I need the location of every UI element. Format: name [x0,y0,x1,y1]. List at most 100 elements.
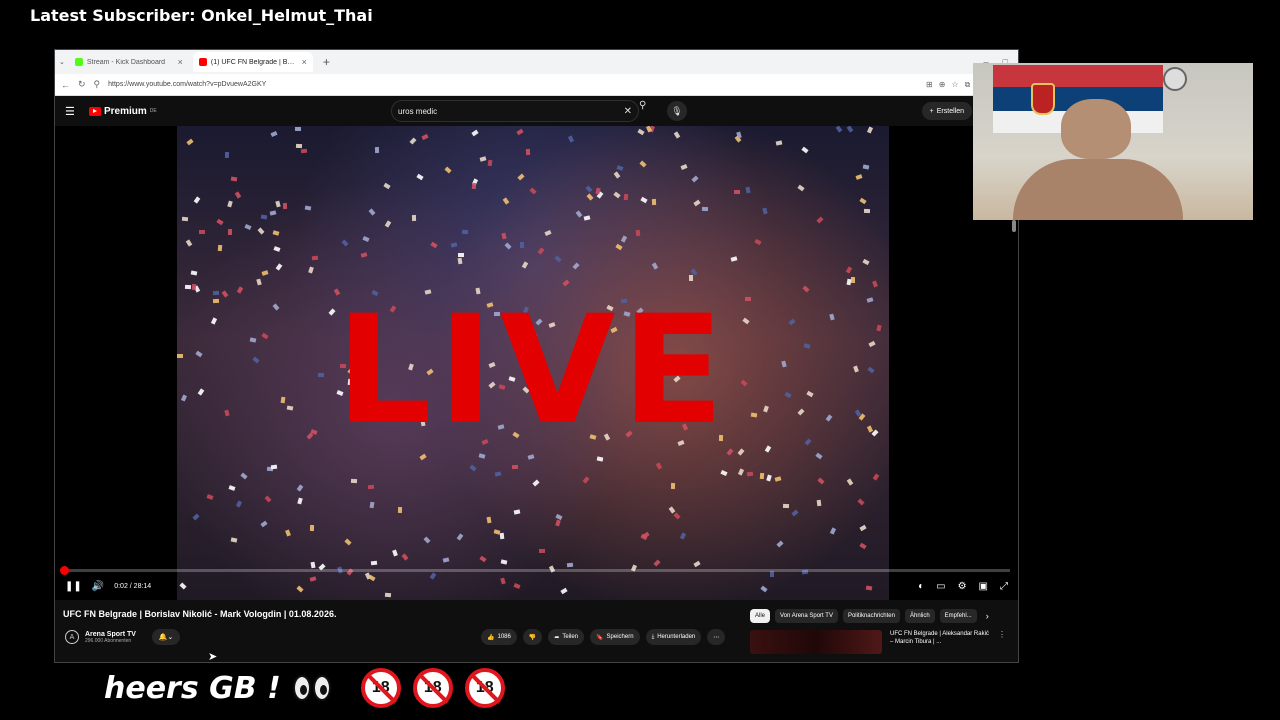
page-scrollbar[interactable] [1012,220,1016,232]
confetti-piece [375,146,380,153]
video-frame[interactable]: LIVE [177,126,889,600]
confetti-piece [191,283,197,291]
confetti-piece [486,517,492,524]
tab-label: (1) UFC FN Belgrade | Borisla... [210,58,298,66]
progress-scrubber[interactable] [59,566,69,575]
confetti-piece [762,208,769,215]
confetti-piece [308,266,315,274]
confetti-piece [680,163,688,170]
search-icon[interactable]: ⚲ [639,100,651,111]
confetti-piece [269,210,277,216]
confetti-piece [430,242,438,249]
confetti-piece [846,478,854,486]
chip-similar[interactable]: Ähnlich [904,609,935,623]
theater-mode-icon[interactable]: ▣ [979,581,988,592]
confetti-piece [846,126,854,133]
search-box[interactable]: uros medic ✕ [391,100,639,122]
confetti-piece [469,464,477,472]
ticker-text: heers GB ! [104,670,281,706]
confetti-piece [260,214,267,220]
subscription-bell-button[interactable]: 🔔⌄ [151,629,180,645]
recommended-title[interactable]: UFC FN Belgrade | Aleksandar Rakić – Mar… [890,630,990,654]
confetti-piece [409,137,417,145]
hamburger-menu-icon[interactable]: ☰ [65,105,81,118]
bookmark-star-icon[interactable]: ☆ [951,80,958,90]
confetti-piece [244,224,252,231]
tab-kick-dashboard[interactable]: Stream - Kick Dashboard × [69,52,189,72]
clear-search-icon[interactable]: ✕ [624,106,632,117]
chip-channel[interactable]: Von Arena Sport TV [775,609,838,623]
microphone-icon[interactable]: 🎙 [667,101,687,121]
chip-recommended[interactable]: Empfehl... [939,609,977,623]
new-tab-button[interactable]: + [317,55,336,69]
volume-icon[interactable]: 🔊 [92,581,104,592]
confetti-piece [442,557,450,563]
confetti-piece [846,278,852,286]
stream-ticker: heers GB ! 18 18 18 [104,668,505,708]
confetti-piece [857,498,865,506]
channel-name[interactable]: Arena Sport TV [85,631,136,638]
eyes-emoji-icon [292,675,331,701]
confetti-piece [519,242,524,249]
close-tab-icon[interactable]: × [302,57,307,67]
url-field[interactable]: https://www.youtube.com/watch?v=pDvuewA2… [108,81,918,88]
recommendation-chips: Alle Von Arena Sport TV Politiknachricht… [750,609,989,623]
confetti-piece [367,484,374,490]
tab-label: Stream - Kick Dashboard [86,58,166,66]
confetti-piece [864,209,871,214]
share-button[interactable]: ➦ Teilen [548,629,585,645]
logo-region: DE [149,108,157,114]
search-input[interactable]: uros medic [398,107,624,116]
confetti-piece [616,165,624,172]
video-player[interactable]: LIVE ❚❚ 🔊 0:02 / 28:14 ◐ ▭ ⚙ ▣ ⤢ [55,126,1018,600]
chip-politics[interactable]: Politiknachrichten [842,609,900,623]
pause-icon[interactable]: ❚❚ [65,581,82,592]
channel-avatar[interactable]: A [65,630,79,644]
extensions-icon[interactable]: ⧉ [965,80,971,90]
confetti-piece [275,201,281,208]
share-label: Teilen [562,634,579,640]
site-info-icon[interactable]: ⚲ [94,79,101,90]
translate-icon[interactable]: ⊞ [926,80,933,90]
recommended-video[interactable]: UFC FN Belgrade | Aleksandar Rakić – Mar… [750,630,1010,654]
confetti-piece [499,533,504,540]
confetti-piece [688,274,694,281]
reload-icon[interactable]: ↻ [78,79,86,90]
confetti-piece [572,262,580,270]
webcam-overlay [973,63,1253,220]
chevron-right-icon[interactable]: › [986,611,989,621]
confetti-piece [620,235,628,243]
confetti-piece [264,495,272,503]
confetti-piece [867,126,874,134]
more-options-icon[interactable]: ⋮ [998,630,1006,654]
tab-youtube[interactable]: (1) UFC FN Belgrade | Borisla... × [192,52,313,72]
zoom-icon[interactable]: ⊕ [939,80,946,90]
chip-all[interactable]: Alle [750,609,771,623]
subtitles-icon[interactable]: ▭ [936,581,945,592]
confetti-piece [653,559,661,567]
confetti-piece [500,559,508,566]
confetti-piece [623,193,629,200]
confetti-piece [512,465,519,470]
confetti-piece [775,540,784,548]
confetti-piece [392,549,399,557]
youtube-logo[interactable]: Premium DE [89,106,157,117]
progress-bar[interactable] [59,566,1010,575]
channel-info: A Arena Sport TV 296.000 Abonnenten 🔔⌄ [65,629,180,645]
settings-gear-icon[interactable]: ⚙ [958,581,967,592]
close-tab-icon[interactable]: × [178,57,183,67]
confetti-piece [186,239,193,247]
create-button[interactable]: + Erstellen [921,102,972,120]
more-actions-button[interactable]: ⋯ [707,629,726,645]
dislike-button[interactable]: 👎 [522,629,543,645]
download-button[interactable]: ⤓ Herunterladen [645,629,702,645]
autoplay-toggle-icon[interactable]: ◐ [918,581,924,592]
back-icon[interactable]: ← [61,80,70,90]
save-button[interactable]: 🔖 Speichern [590,629,640,645]
confetti-piece [586,193,594,201]
fullscreen-icon[interactable]: ⤢ [1000,581,1008,592]
recommended-thumbnail[interactable] [750,630,882,654]
tab-list-chevron-icon[interactable]: ⌄ [59,58,65,66]
like-button[interactable]: 👍 1086 [481,629,517,645]
confetti-piece [656,462,663,470]
